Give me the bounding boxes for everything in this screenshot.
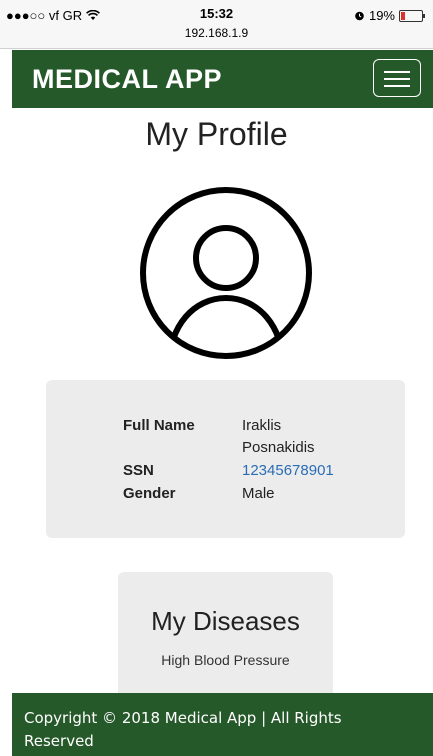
menu-toggle-button[interactable] bbox=[373, 59, 421, 97]
diseases-card: My Diseases High Blood Pressure bbox=[118, 572, 333, 712]
full-name-last: Posnakidis bbox=[242, 439, 315, 456]
full-name-value: Iraklis Posnakidis bbox=[242, 415, 315, 459]
full-name-label: Full Name bbox=[123, 417, 195, 434]
navbar-brand[interactable]: MEDICAL APP bbox=[32, 64, 222, 95]
page-title: My Profile bbox=[145, 116, 288, 152]
diseases-title: My Diseases bbox=[151, 606, 300, 636]
battery-level-fill bbox=[401, 11, 405, 20]
alarm-icon bbox=[355, 11, 364, 21]
address-bar-url[interactable]: 192.168.1.9 bbox=[0, 26, 433, 40]
navbar: MEDICAL APP bbox=[12, 50, 433, 108]
gender-label: Gender bbox=[123, 485, 176, 502]
full-name-first: Iraklis bbox=[242, 417, 282, 434]
user-avatar-icon bbox=[140, 187, 312, 359]
battery-icon bbox=[399, 9, 425, 22]
profile-info-card: Full Name Iraklis Posnakidis SSN 1234567… bbox=[46, 380, 405, 538]
hamburger-icon-line bbox=[384, 85, 410, 87]
battery-percentage: 19% bbox=[368, 8, 395, 23]
hamburger-icon-line bbox=[384, 78, 410, 80]
ssn-value-link[interactable]: 12345678901 bbox=[242, 460, 334, 482]
status-bar-right: 19% bbox=[354, 8, 425, 23]
gender-value: Male bbox=[242, 485, 275, 502]
disease-list-item: High Blood Pressure bbox=[161, 652, 290, 668]
ssn-label: SSN bbox=[123, 462, 154, 479]
hamburger-icon bbox=[384, 71, 410, 73]
footer-copyright: Copyright © 2018 Medical App | All Right… bbox=[24, 709, 342, 750]
footer: Copyright © 2018 Medical App | All Right… bbox=[12, 693, 433, 756]
status-bar: ●●●○○ vf GR 15:32 192.168.1.9 19% bbox=[0, 0, 433, 49]
